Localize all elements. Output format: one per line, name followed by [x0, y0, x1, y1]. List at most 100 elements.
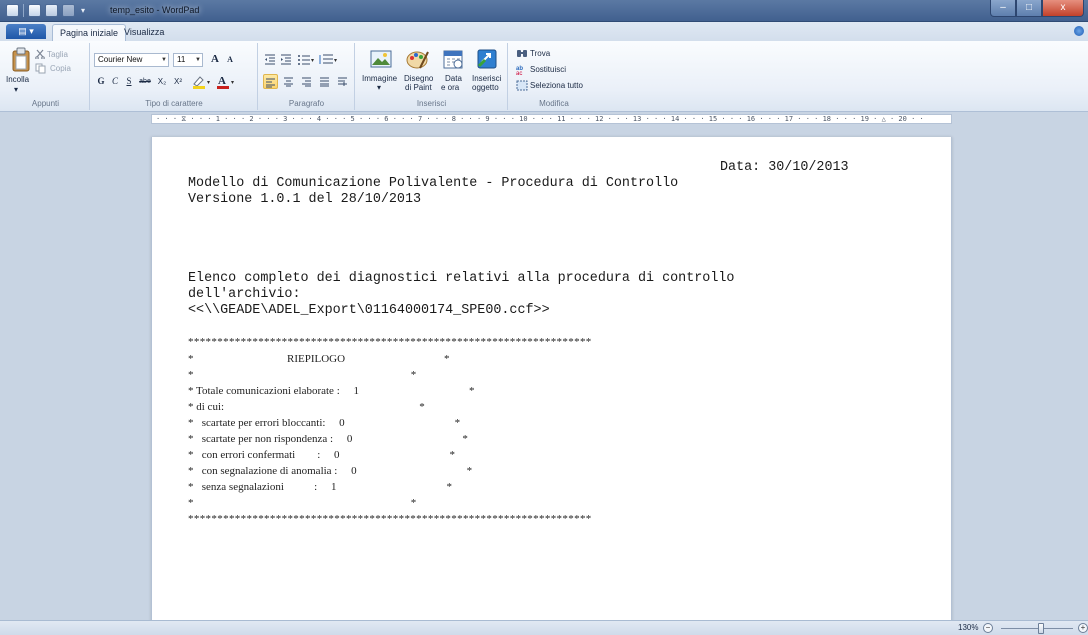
undo-icon[interactable]: [45, 4, 58, 17]
font-color-swatch: [217, 86, 229, 89]
zoom-out-button[interactable]: −: [983, 623, 993, 633]
customize-toolbar-icon[interactable]: ▾: [79, 4, 87, 17]
redo-icon[interactable]: [62, 4, 75, 17]
document-intro-line2: dell'archivio:: [188, 287, 301, 302]
document-file-path: <<\\GEADE\ADEL_Export\01164000174_SPE00.…: [188, 303, 550, 318]
font-size-select[interactable]: 11 ▼: [173, 53, 203, 67]
help-icon[interactable]: [1074, 26, 1084, 36]
editing-group-label: Modifica: [539, 99, 569, 108]
cut-icon[interactable]: [35, 49, 45, 59]
save-icon[interactable]: [28, 4, 41, 17]
document-area[interactable]: Data: 30/10/2013 Modello di Comunicazion…: [0, 125, 1088, 620]
paste-button[interactable]: Incolla: [6, 75, 29, 84]
clipboard-group: Incolla ▾ Taglia Copia Appunti: [2, 43, 90, 110]
tab-view[interactable]: Visualizza: [117, 24, 171, 41]
date-time-button-line2[interactable]: e ora: [441, 83, 459, 92]
document-page[interactable]: Data: 30/10/2013 Modello di Comunicazion…: [151, 137, 952, 620]
insert-object-icon[interactable]: [476, 48, 498, 70]
replace-button[interactable]: Sostituisci: [530, 65, 566, 74]
ribbon-tabs: ▤ ▾ Pagina iniziale Visualizza: [0, 22, 1088, 41]
quick-access-toolbar: ▾: [6, 4, 87, 17]
paragraph-dialog-button[interactable]: [335, 74, 350, 89]
insert-object-button-line1[interactable]: Inserisci: [472, 74, 501, 83]
clipboard-group-label: Appunti: [31, 99, 60, 108]
paint-drawing-icon[interactable]: [406, 48, 430, 70]
picture-dropdown-icon[interactable]: ▾: [377, 83, 381, 92]
summary-line: * *: [188, 497, 417, 509]
paste-dropdown-icon[interactable]: ▾: [14, 85, 18, 94]
align-left-button[interactable]: [263, 74, 278, 89]
align-right-button[interactable]: [299, 74, 314, 89]
summary-line: * con segnalazione di anomalia : 0 *: [188, 465, 473, 477]
font-family-select[interactable]: Courier New ▼: [94, 53, 169, 67]
picture-icon[interactable]: [370, 48, 392, 70]
insert-group: Immagine ▾ Disegno di Paint Data e ora I…: [356, 43, 508, 110]
line-spacing-icon: ▾: [319, 54, 337, 64]
align-right-icon: [302, 77, 311, 87]
chevron-down-icon: ▼: [195, 57, 201, 63]
font-group: Courier New ▼ 11 ▼ A A G C S abe X₂ X² ▾…: [91, 43, 258, 110]
bold-button[interactable]: G: [95, 74, 107, 89]
editing-group: Trova ab ac Sostituisci Seleziona tutto …: [509, 43, 599, 110]
align-center-icon: [284, 77, 293, 87]
highlight-swatch: [193, 86, 205, 89]
find-button[interactable]: Trova: [530, 49, 550, 58]
paragraph-indent-list-icons: ▾ ▾: [265, 54, 337, 65]
bullet-list-icon: ▾: [298, 55, 314, 65]
application-menu-button[interactable]: ▤ ▾: [6, 24, 46, 39]
minimize-button[interactable]: –: [990, 0, 1016, 17]
shrink-font-button[interactable]: A: [223, 52, 237, 67]
app-icon[interactable]: [6, 4, 19, 17]
copy-icon[interactable]: [35, 63, 46, 74]
svg-text:A: A: [218, 75, 226, 87]
window-controls: – □ x: [990, 0, 1084, 17]
underline-button[interactable]: S: [123, 74, 135, 89]
replace-icon[interactable]: ab ac: [516, 64, 528, 75]
find-icon[interactable]: [516, 48, 528, 59]
close-button[interactable]: x: [1042, 0, 1084, 17]
document-header-line2: Versione 1.0.1 del 28/10/2013: [188, 192, 422, 207]
strikethrough-button[interactable]: abe: [137, 74, 153, 89]
summary-line: * scartate per errori bloccanti: 0 *: [188, 417, 461, 429]
copy-button[interactable]: Copia: [50, 64, 71, 73]
paint-drawing-button-line1[interactable]: Disegno: [404, 74, 433, 83]
select-all-button[interactable]: Seleziona tutto: [530, 81, 583, 90]
svg-text:ac: ac: [516, 71, 522, 75]
paint-drawing-button-line2[interactable]: di Paint: [405, 83, 432, 92]
ruler[interactable]: · · · ⧖ · · · 1 · · · 2 · · · 3 · · · 4 …: [151, 114, 952, 124]
zoom-slider-track[interactable]: [1001, 628, 1073, 629]
italic-button[interactable]: C: [109, 74, 121, 89]
highlight-color-icon[interactable]: ▾: [191, 74, 213, 89]
zoom-in-button[interactable]: +: [1078, 623, 1088, 633]
chevron-down-icon: ▼: [161, 57, 167, 63]
select-all-icon[interactable]: [516, 80, 528, 91]
paste-icon[interactable]: [10, 47, 32, 73]
summary-line: * con errori confermati : 0 *: [188, 449, 456, 461]
summary-line: * senza segnalazioni : 1 *: [188, 481, 452, 493]
summary-line: * scartate per non rispondenza : 0 *: [188, 433, 468, 445]
summary-border-top: ****************************************…: [188, 336, 592, 348]
align-center-button[interactable]: [281, 74, 296, 89]
insert-object-button-line2[interactable]: oggetto: [472, 83, 499, 92]
summary-line: * Totale comunicazioni elaborate : 1 *: [188, 385, 475, 397]
justify-button[interactable]: [317, 74, 332, 89]
cut-button[interactable]: Taglia: [47, 50, 68, 59]
font-color-icon[interactable]: A ▾: [215, 74, 237, 89]
maximize-button[interactable]: □: [1016, 0, 1042, 17]
insert-group-label: Inserisci: [416, 99, 447, 108]
document-intro-line1: Elenco completo dei diagnostici relativi…: [188, 271, 735, 286]
title-bar: ▾ temp_esito - WordPad – □ x: [0, 0, 1088, 22]
zoom-slider-thumb[interactable]: [1038, 623, 1044, 634]
grow-font-button[interactable]: A: [208, 52, 222, 67]
date-time-icon[interactable]: [442, 48, 464, 70]
window-title: temp_esito - WordPad: [110, 5, 200, 15]
ribbon: Incolla ▾ Taglia Copia Appunti Courier N…: [0, 41, 1088, 112]
tab-home[interactable]: Pagina iniziale: [52, 24, 127, 41]
picture-button[interactable]: Immagine: [362, 74, 397, 83]
summary-line: * *: [188, 369, 417, 381]
increase-indent-icon: [281, 54, 291, 65]
superscript-button[interactable]: X²: [171, 74, 185, 89]
date-time-button-line1[interactable]: Data: [445, 74, 462, 83]
subscript-button[interactable]: X₂: [155, 74, 169, 89]
font-family-value: Courier New: [98, 55, 143, 64]
